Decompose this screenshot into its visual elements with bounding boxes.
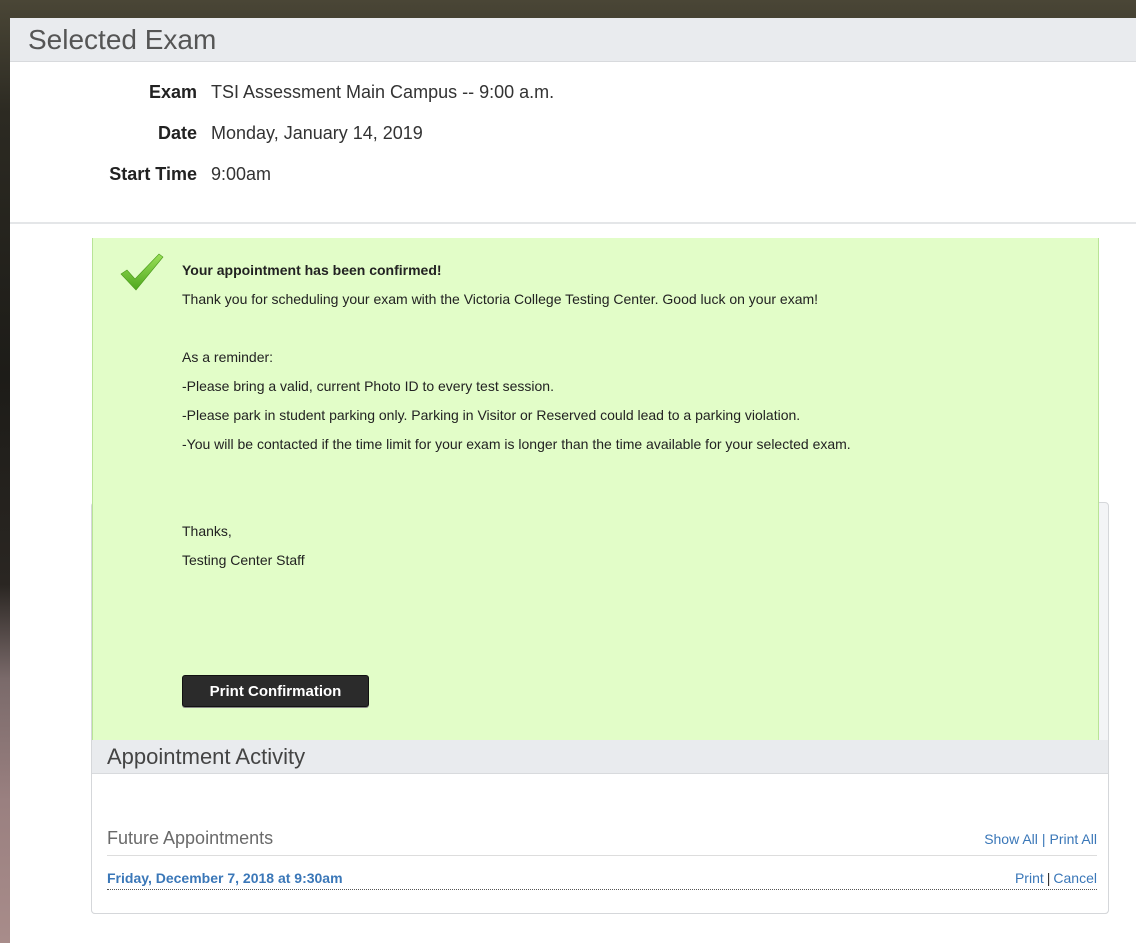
future-appointments-title: Future Appointments (107, 828, 274, 848)
appointment-actions: Print | Cancel (1015, 870, 1097, 886)
confirmation-thanks-line: Thank you for scheduling your exam with … (182, 291, 819, 307)
print-confirmation-button[interactable]: Print Confirmation (182, 675, 369, 707)
detail-value: 9:00am (211, 164, 272, 184)
reminder-item: -You will be contacted if the time limit… (182, 436, 851, 452)
detail-row-start-time: Start Time 9:00am (10, 164, 1136, 205)
page-content: Selected Exam Exam TSI Assessment Main C… (10, 18, 1136, 943)
detail-row-exam: Exam TSI Assessment Main Campus -- 9:00 … (10, 82, 1136, 123)
selected-exam-title: Selected Exam (28, 23, 217, 55)
future-appointments-links: Show All | Print All (984, 831, 1097, 847)
cancel-appointment-link[interactable]: Cancel (1053, 870, 1097, 886)
signature: Testing Center Staff (182, 552, 305, 568)
link-separator: | (1041, 830, 1046, 847)
print-appointment-link[interactable]: Print (1015, 870, 1044, 886)
appointment-activity-panel: Appointment Activity Future Appointments… (91, 740, 1109, 914)
reminder-item: -Please bring a valid, current Photo ID … (182, 378, 554, 394)
signoff: Thanks, (182, 523, 232, 539)
confirmation-message: Your appointment has been confirmed! Tha… (182, 260, 1082, 579)
print-all-link[interactable]: Print All (1050, 831, 1097, 847)
future-appointments-header: Future Appointments Show All | Print All (107, 822, 1097, 856)
appointment-date-link[interactable]: Friday, December 7, 2018 at 9:30am (107, 870, 343, 886)
confirmation-panel: Your appointment has been confirmed! Tha… (92, 238, 1099, 744)
reminder-item: -Please park in student parking only. Pa… (182, 407, 801, 423)
detail-label: Start Time (109, 164, 197, 184)
selected-exam-header: Selected Exam (10, 18, 1136, 62)
detail-label: Exam (148, 82, 197, 102)
detail-label: Date (157, 123, 197, 143)
detail-row-date: Date Monday, January 14, 2019 (10, 123, 1136, 164)
link-separator: | (1046, 869, 1051, 886)
appointment-row: Friday, December 7, 2018 at 9:30am Print… (107, 866, 1097, 890)
detail-value: Monday, January 14, 2019 (211, 123, 423, 143)
confirmation-title: Your appointment has been confirmed! (182, 262, 442, 278)
detail-value: TSI Assessment Main Campus -- 9:00 a.m. (211, 82, 555, 102)
reminder-heading: As a reminder: (182, 349, 274, 365)
appointment-activity-title: Appointment Activity (107, 743, 306, 769)
exam-details: Exam TSI Assessment Main Campus -- 9:00 … (10, 62, 1136, 224)
checkmark-icon (119, 252, 165, 292)
appointment-activity-header: Appointment Activity (92, 740, 1108, 774)
show-all-link[interactable]: Show All (984, 831, 1038, 847)
